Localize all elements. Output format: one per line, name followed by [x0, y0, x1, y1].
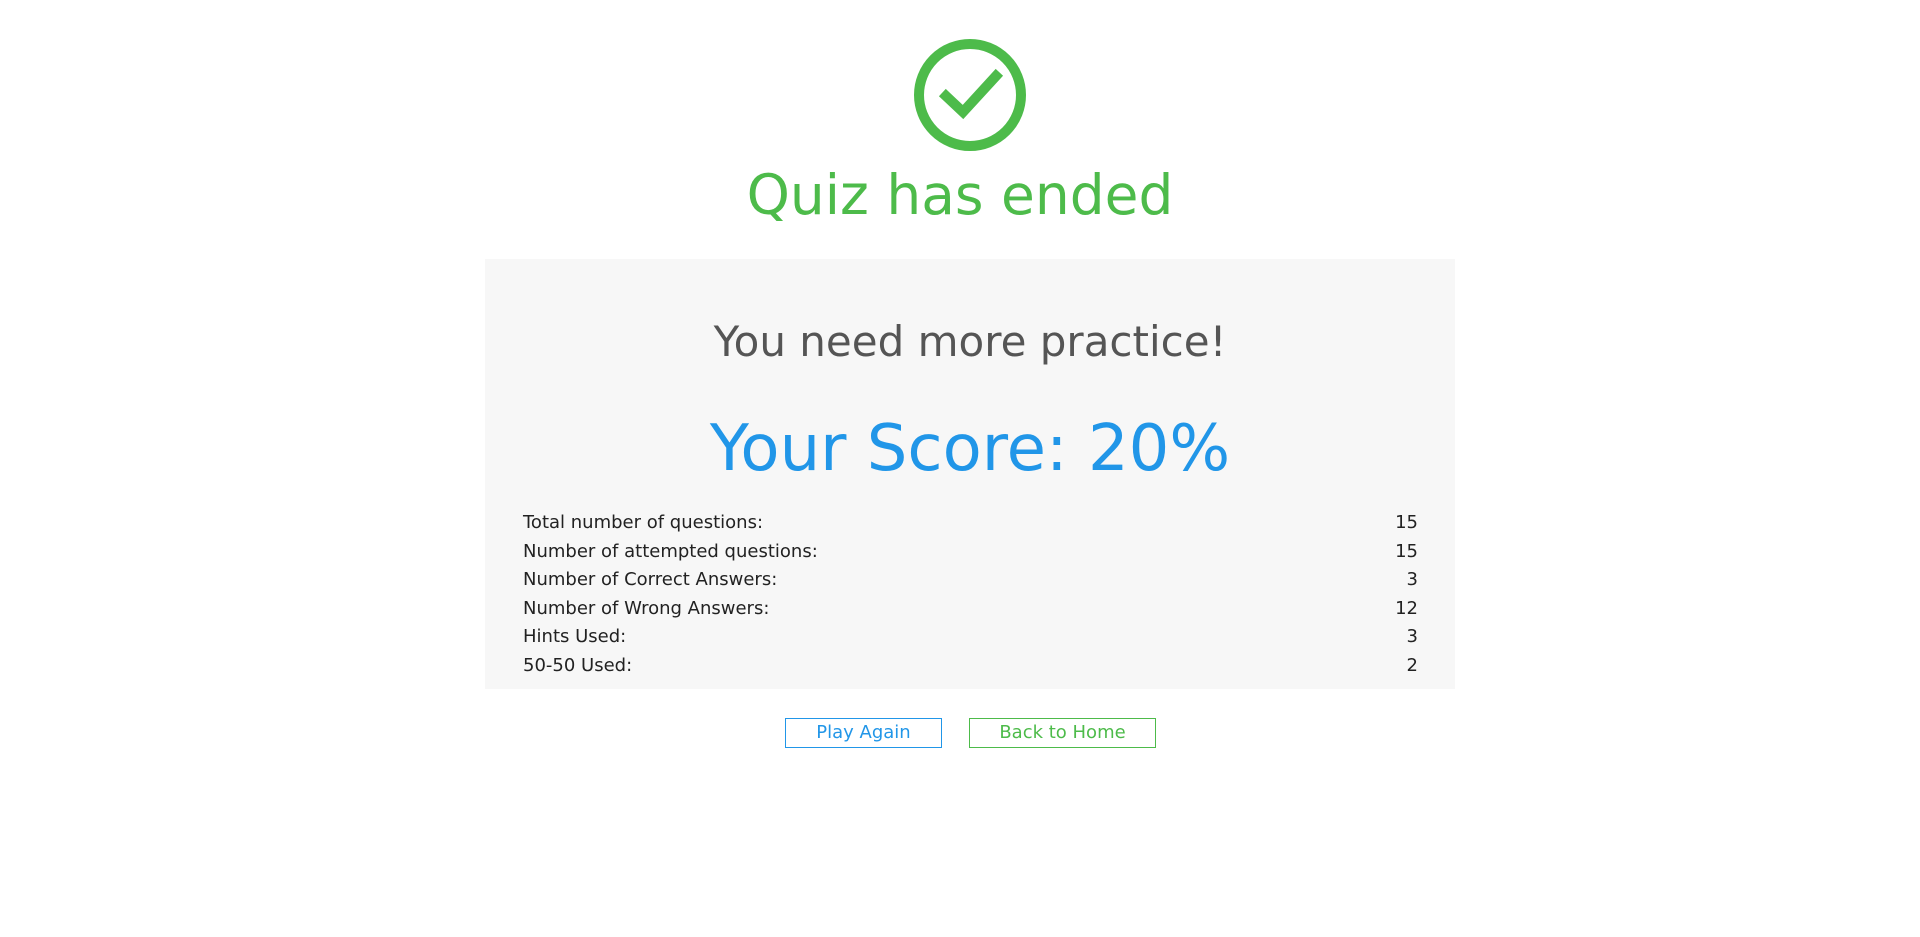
stat-row-total-questions: Total number of questions: 15	[523, 509, 1418, 538]
stat-value: 3	[1406, 626, 1418, 647]
stat-value: 15	[1395, 512, 1418, 533]
score-text: Your Score: 20%	[709, 412, 1231, 486]
stat-value: 3	[1406, 569, 1418, 590]
stat-row-wrong-answers: Number of Wrong Answers: 12	[523, 595, 1418, 624]
remark-text: You need more practice!	[713, 317, 1227, 366]
stat-label: Number of Wrong Answers:	[523, 597, 770, 619]
back-to-home-button[interactable]: Back to Home	[969, 718, 1156, 748]
stat-label: Number of attempted questions:	[523, 540, 818, 562]
stat-label: Hints Used:	[523, 626, 627, 647]
stat-row-hints-used: Hints Used: 3	[523, 623, 1418, 652]
check-circle-icon	[914, 39, 1026, 151]
stat-row-correct-answers: Number of Correct Answers: 3	[523, 566, 1418, 595]
stat-label: Number of Correct Answers:	[523, 569, 778, 590]
play-again-button[interactable]: Play Again	[785, 718, 942, 748]
stat-row-fifty-fifty-used: 50-50 Used: 2	[523, 652, 1418, 681]
stat-value: 15	[1395, 540, 1418, 562]
stat-value: 2	[1406, 654, 1418, 676]
stat-label: 50-50 Used:	[523, 654, 633, 676]
stat-value: 12	[1395, 597, 1418, 619]
stats-list: Total number of questions: 15 Number of …	[523, 509, 1418, 680]
quiz-summary-page: Quiz has ended You need more practice! Y…	[0, 0, 1920, 937]
page-title: Quiz has ended	[746, 163, 1174, 227]
stat-row-attempted-questions: Number of attempted questions: 15	[523, 538, 1418, 567]
stats-card: You need more practice! Your Score: 20% …	[485, 259, 1455, 689]
stat-label: Total number of questions:	[523, 512, 764, 533]
